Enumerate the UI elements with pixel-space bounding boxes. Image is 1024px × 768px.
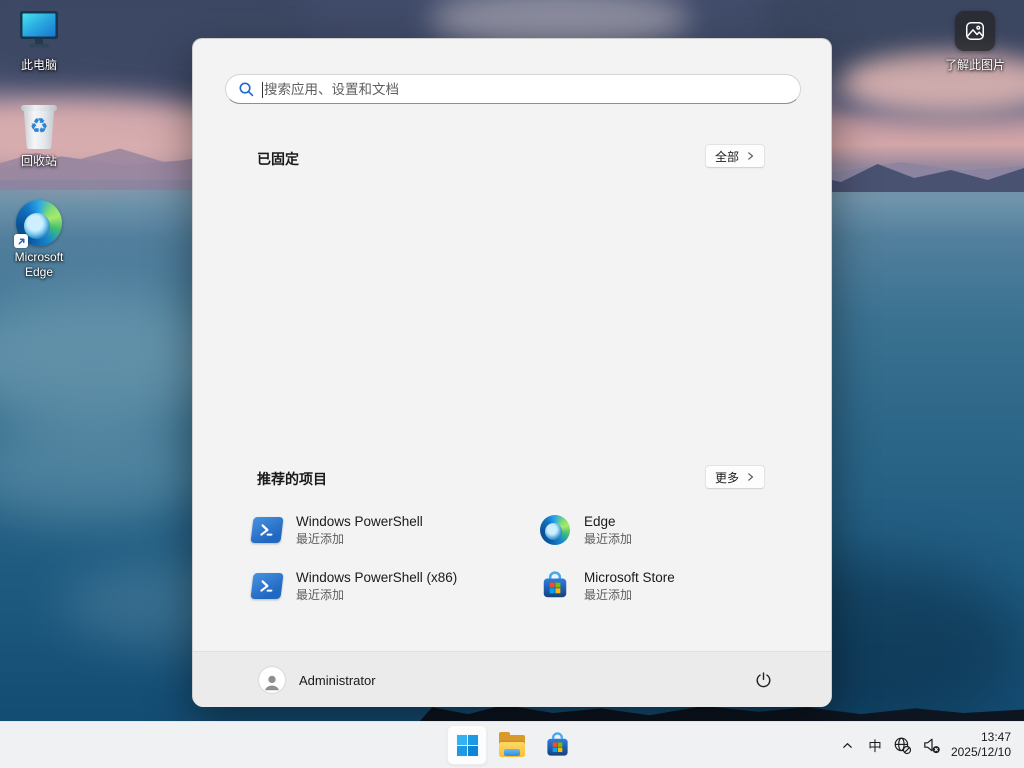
recommended-item-powershell-x86[interactable]: Windows PowerShell (x86) 最近添加 [251, 562, 535, 610]
ime-indicator[interactable]: 中 [861, 729, 889, 761]
clock-date: 2025/12/10 [951, 745, 1011, 760]
recommended-more-label: 更多 [715, 469, 739, 486]
microsoft-store-icon [544, 732, 571, 759]
recommended-item-subtitle: 最近添加 [584, 532, 632, 546]
desktop-icon-label: 此电脑 [3, 58, 75, 73]
tray-show-hidden-icons-button[interactable] [835, 729, 861, 761]
desktop-icon-recycle-bin[interactable]: 回收站 [3, 104, 75, 169]
microsoft-store-button[interactable] [537, 725, 577, 765]
sea-mist [0, 420, 220, 520]
edge-icon [3, 200, 75, 246]
powershell-icon [251, 570, 283, 602]
picture-info-icon [955, 11, 995, 51]
start-search-input[interactable] [226, 75, 800, 103]
globe-no-internet-icon [893, 736, 912, 755]
taskbar-clock[interactable]: 13:47 2025/12/10 [951, 730, 1011, 760]
recommended-item-title: Windows PowerShell [296, 514, 423, 530]
recommended-item-microsoft-store[interactable]: Microsoft Store 最近添加 [539, 562, 823, 610]
desktop-screen: 此电脑 回收站 Microsoft Edge [0, 0, 1024, 768]
power-button[interactable] [747, 664, 779, 696]
recommended-item-title: Microsoft Store [584, 570, 675, 586]
chevron-right-icon [746, 472, 755, 482]
powershell-icon [251, 514, 283, 546]
pinned-all-label: 全部 [715, 148, 739, 165]
file-explorer-icon [498, 733, 526, 757]
start-search-box[interactable] [225, 74, 801, 104]
microsoft-store-icon [539, 570, 571, 602]
network-status-button[interactable] [889, 729, 917, 761]
file-explorer-button[interactable] [492, 725, 532, 765]
recycle-bin-icon [3, 104, 75, 150]
desktop-icon-this-pc[interactable]: 此电脑 [3, 8, 75, 73]
this-pc-icon [3, 8, 75, 54]
volume-muted-icon [922, 736, 941, 755]
start-menu-footer: Administrator [193, 651, 831, 707]
power-icon [754, 671, 773, 690]
person-icon [261, 671, 283, 693]
shortcut-arrow-icon [14, 234, 28, 248]
recommended-item-subtitle: 最近添加 [584, 588, 675, 602]
start-menu: 已固定 全部 推荐的项目 更多 [192, 38, 832, 706]
user-name: Administrator [299, 673, 376, 688]
taskbar: 中 13:47 2025/12/10 [0, 721, 1024, 768]
ime-label: 中 [868, 735, 882, 755]
pinned-section-title: 已固定 [257, 149, 299, 169]
user-account-button[interactable]: Administrator [249, 660, 386, 700]
recommended-item-subtitle: 最近添加 [296, 588, 457, 602]
chevron-up-icon [841, 739, 854, 752]
windows-logo-icon [456, 734, 479, 757]
desktop-icon-label: 了解此图片 [939, 58, 1011, 73]
recommended-item-title: Windows PowerShell (x86) [296, 570, 457, 586]
recommended-section-title: 推荐的项目 [257, 469, 327, 489]
clock-time: 13:47 [951, 730, 1011, 745]
desktop-icon-learn-about-picture[interactable]: 了解此图片 [939, 8, 1011, 73]
pinned-all-button[interactable]: 全部 [705, 144, 765, 168]
desktop-icon-label: Microsoft Edge [3, 250, 75, 280]
volume-button[interactable] [917, 729, 947, 761]
recommended-item-title: Edge [584, 514, 632, 530]
recommended-item-edge[interactable]: Edge 最近添加 [539, 506, 823, 554]
edge-icon [539, 514, 571, 546]
desktop-icon-microsoft-edge[interactable]: Microsoft Edge [3, 200, 75, 280]
user-avatar [259, 667, 285, 693]
desktop-icon-label: 回收站 [3, 154, 75, 169]
recommended-more-button[interactable]: 更多 [705, 465, 765, 489]
chevron-right-icon [746, 151, 755, 161]
recommended-item-powershell[interactable]: Windows PowerShell 最近添加 [251, 506, 535, 554]
start-button[interactable] [447, 725, 487, 765]
recommended-item-subtitle: 最近添加 [296, 532, 423, 546]
recycle-symbol [21, 114, 57, 140]
